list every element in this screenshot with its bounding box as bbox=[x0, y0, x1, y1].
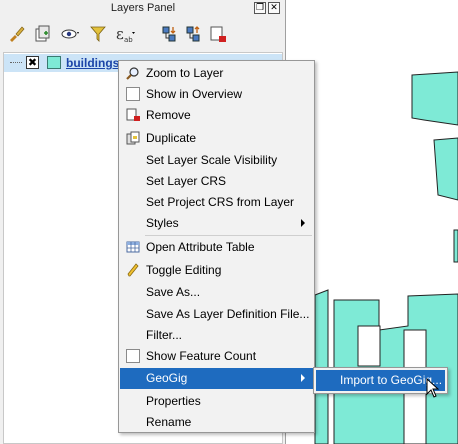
menu-item-styles[interactable]: Styles bbox=[120, 213, 313, 234]
remove-layer-icon[interactable] bbox=[208, 24, 228, 44]
menu-item-label: Save As... bbox=[146, 285, 201, 299]
menu-item-save-as[interactable]: Save As... bbox=[120, 282, 313, 303]
add-group-icon[interactable] bbox=[32, 24, 52, 44]
menu-item-zoom-to-layer[interactable]: Zoom to Layer bbox=[120, 63, 313, 84]
menu-item-label: Open Attribute Table bbox=[146, 240, 255, 254]
submenu-arrow-icon bbox=[301, 374, 305, 382]
menu-item-label: Show Feature Count bbox=[146, 349, 257, 363]
menu-item-set-layer-crs[interactable]: Set Layer CRS bbox=[120, 171, 313, 192]
menu-item-label: GeoGig bbox=[146, 371, 188, 385]
submenu-arrow-icon bbox=[301, 219, 305, 227]
menu-item-open-attribute-table[interactable]: Open Attribute Table bbox=[120, 237, 313, 258]
building-polygon bbox=[411, 71, 458, 126]
eye-icon[interactable] bbox=[60, 24, 80, 44]
menu-item-save-as-layer-definition-file[interactable]: Save As Layer Definition File... bbox=[120, 304, 313, 325]
menu-item-label: Set Layer Scale Visibility bbox=[146, 153, 278, 167]
svg-text:ab: ab bbox=[124, 36, 133, 44]
mouse-cursor-icon bbox=[426, 377, 440, 400]
menu-item-duplicate[interactable]: Duplicate bbox=[120, 128, 313, 149]
building-courtyard bbox=[357, 325, 381, 367]
filter-icon[interactable] bbox=[88, 24, 108, 44]
menu-separator bbox=[145, 235, 312, 236]
layer-context-menu: Zoom to Layer Show in Overview Remove Du… bbox=[118, 60, 315, 433]
menu-item-label: Filter... bbox=[146, 328, 183, 342]
panel-title: Layers Panel bbox=[110, 2, 176, 14]
close-icon[interactable]: ✕ bbox=[268, 2, 280, 14]
menu-item-set-layer-scale-visibility[interactable]: Set Layer Scale Visibility bbox=[120, 150, 313, 171]
menu-item-label: Remove bbox=[146, 108, 191, 122]
menu-item-label: Save As Layer Definition File... bbox=[146, 307, 310, 321]
menu-item-set-project-crs-from-layer[interactable]: Set Project CRS from Layer bbox=[120, 192, 313, 213]
menu-item-label: Properties bbox=[146, 394, 201, 408]
collapse-all-icon[interactable] bbox=[184, 24, 204, 44]
menu-item-label: Duplicate bbox=[146, 131, 197, 145]
duplicate-icon bbox=[126, 131, 140, 145]
expression-filter-icon[interactable]: ε ab bbox=[114, 24, 135, 44]
table-icon bbox=[126, 240, 140, 254]
building-polygon bbox=[433, 137, 458, 201]
menu-item-label: Rename bbox=[146, 415, 192, 429]
pencil-icon bbox=[126, 263, 140, 277]
menu-item-show-in-overview[interactable]: Show in Overview bbox=[120, 84, 313, 105]
layer-symbol-swatch bbox=[47, 56, 61, 69]
menu-item-label: Toggle Editing bbox=[146, 263, 222, 277]
menu-item-label: Show in Overview bbox=[146, 87, 243, 101]
layer-name[interactable]: buildings bbox=[66, 55, 119, 71]
zoom-icon bbox=[126, 66, 140, 80]
expand-all-icon[interactable] bbox=[160, 24, 180, 44]
menu-item-label: Set Project CRS from Layer bbox=[146, 195, 295, 209]
menu-item-filter[interactable]: Filter... bbox=[120, 325, 313, 346]
layer-visibility-checkbox[interactable]: ✖ bbox=[26, 56, 39, 69]
menu-item-properties[interactable]: Properties bbox=[120, 391, 313, 412]
menu-item-rename[interactable]: Rename bbox=[120, 412, 313, 433]
menu-item-label: Styles bbox=[146, 216, 179, 230]
building-polygon bbox=[453, 229, 458, 263]
svg-text:ε: ε bbox=[116, 25, 124, 43]
menu-item-label: Set Layer CRS bbox=[146, 174, 227, 188]
remove-icon bbox=[126, 108, 140, 122]
menu-item-remove[interactable]: Remove bbox=[120, 105, 313, 126]
restore-icon[interactable]: ❐ bbox=[254, 2, 266, 14]
menu-item-show-feature-count[interactable]: Show Feature Count bbox=[120, 346, 313, 367]
checkbox[interactable] bbox=[126, 349, 140, 363]
tree-branch-line bbox=[10, 62, 22, 63]
menu-item-label: Zoom to Layer bbox=[146, 66, 224, 80]
menu-item-geogig[interactable]: GeoGig bbox=[120, 368, 313, 389]
paint-brush-icon[interactable] bbox=[6, 24, 26, 44]
layers-toolbar: ε ab bbox=[4, 22, 284, 48]
menu-item-toggle-editing[interactable]: Toggle Editing bbox=[120, 260, 313, 281]
checkbox[interactable] bbox=[126, 87, 140, 101]
